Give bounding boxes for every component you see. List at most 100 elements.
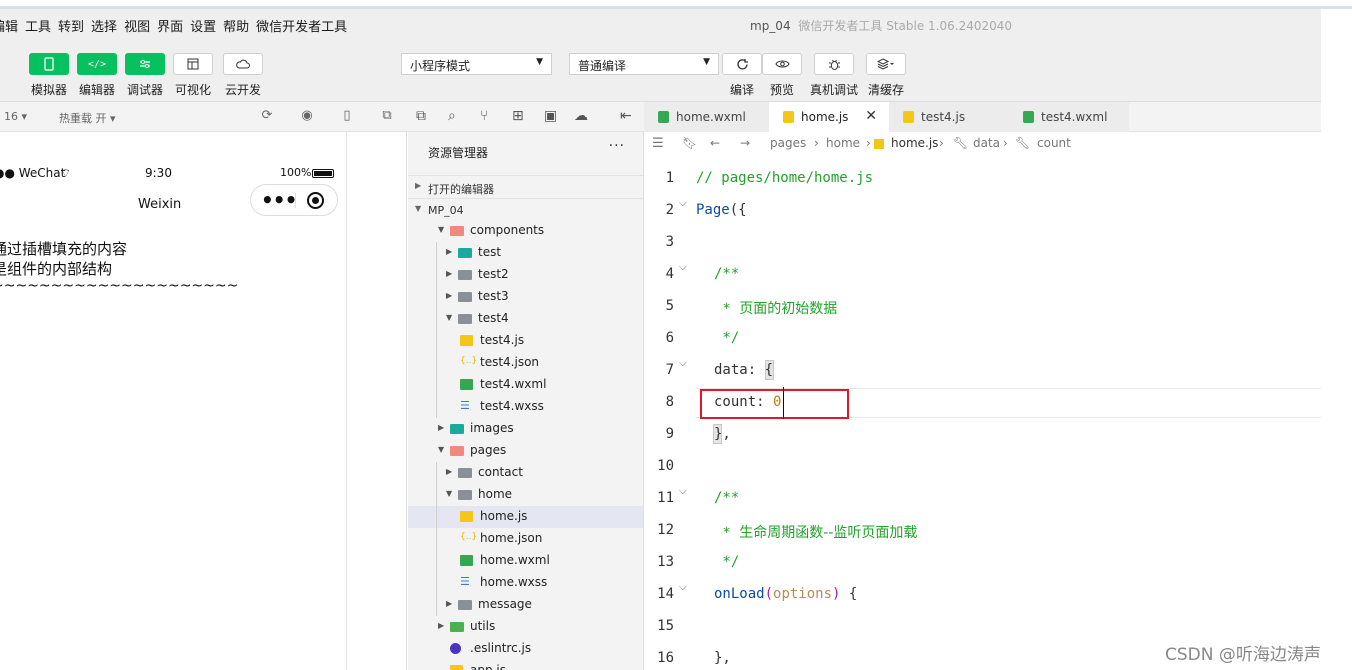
menu-goto[interactable]: 转到 [58,16,84,35]
fold-chevron-icon[interactable]: ⌵ [679,486,687,497]
chevron-down-icon[interactable]: ▼ [438,445,444,454]
source-control-icon[interactable]: ⑂ [480,108,488,124]
code-line-4[interactable]: /** [714,266,739,282]
search-icon[interactable]: ⌕ [448,108,456,124]
close-mini-program-icon[interactable] [307,192,324,209]
chevron-down-icon[interactable]: ▼ [438,225,444,234]
breadcrumb-count[interactable]: count [1037,136,1071,150]
back-icon[interactable]: ← [710,136,720,150]
tree-item[interactable]: home.js [408,506,643,528]
code-line-11[interactable]: /** [714,490,739,506]
collapse-panel-icon[interactable]: ⇤ [620,108,632,124]
tree-item[interactable]: {..} home.json [408,528,643,550]
editor-button[interactable]: </> [77,53,117,75]
tree-item[interactable]: ▶ test3 [408,286,643,308]
menu-interface[interactable]: 界面 [157,16,183,35]
tab-home-js[interactable]: home.js ✕ [769,102,889,132]
chevron-right-icon[interactable]: ▶ [438,621,444,630]
visual-button[interactable] [173,53,213,75]
chevron-right-icon[interactable]: ▶ [446,291,452,300]
tree-item[interactable]: ▼ components [408,220,643,242]
tab-home-wxml[interactable]: home.wxml [644,102,769,132]
code-line-7[interactable]: data: { [714,362,773,378]
simulator-button[interactable] [29,53,69,75]
tree-item[interactable]: ▶ utils [408,616,643,638]
code-line-13[interactable]: */ [714,554,739,570]
tree-item[interactable]: ▶ images [408,418,643,440]
files-icon[interactable]: ⧉ [416,108,426,124]
chevron-right-icon[interactable]: ▶ [446,247,452,256]
clear-cache-button[interactable] [866,53,906,75]
tab-test4-wxml[interactable]: test4.wxml [1009,102,1129,132]
device-debug-button[interactable] [814,53,854,75]
chevron-right-icon[interactable]: ▶ [446,467,452,476]
compile-select[interactable]: 普通编译 ▼ [569,53,719,75]
detach-icon[interactable]: ⧉ [380,109,394,123]
preview-button[interactable] [762,53,802,75]
chevron-right-icon[interactable]: ▶ [446,269,452,278]
tree-item[interactable]: app.js [408,660,643,670]
bookmark-icon[interactable]: 🔖︎ [682,136,697,150]
breadcrumb-file[interactable]: home.js [891,136,938,150]
tree-item[interactable]: {..} test4.json [408,352,643,374]
rotate-icon[interactable]: ⟳ [260,109,274,123]
open-editors-section[interactable]: ▶ 打开的编辑器 [408,175,643,197]
chevron-down-icon[interactable]: ▼ [446,313,452,322]
hot-reload-toggle[interactable]: 热重载 开 ▾ [59,110,116,126]
device-icon[interactable]: ▯ [340,109,354,123]
menu-tools[interactable]: 工具 [25,16,51,35]
tree-item[interactable]: ▼ home [408,484,643,506]
cloud-button[interactable] [223,53,263,75]
menu-settings[interactable]: 设置 [190,16,216,35]
tree-item[interactable]: test4.js [408,330,643,352]
close-icon[interactable]: ✕ [865,108,877,124]
tree-item[interactable]: ▶ message [408,594,643,616]
tree-item[interactable]: ☰ test4.wxss [408,396,643,418]
menu-view[interactable]: 视图 [124,16,150,35]
breadcrumb-pages[interactable]: pages [770,136,806,150]
more-actions-icon[interactable]: ··· [609,138,625,154]
tree-item[interactable]: home.wxml [408,550,643,572]
chevron-right-icon[interactable]: ▶ [438,423,444,432]
fold-chevron-icon[interactable]: ⌵ [679,198,687,209]
project-section[interactable]: ▼ MP_04 [408,198,643,220]
code-line-5[interactable]: * 页面的初始数据 [714,298,837,318]
fold-chevron-icon[interactable]: ⌵ [679,262,687,273]
tree-item[interactable]: ▶ test2 [408,264,643,286]
tree-item[interactable]: ▼ test4 [408,308,643,330]
chevron-right-icon[interactable]: ▶ [446,599,452,608]
tree-item[interactable]: test4.wxml [408,374,643,396]
capsule-menu[interactable]: ••• [250,184,338,216]
tree-item[interactable]: ▶ test [408,242,643,264]
record-icon[interactable]: ◉ [300,109,314,123]
code-line-14[interactable]: onLoad(options) { [714,586,857,602]
breadcrumb-home[interactable]: home [826,136,860,150]
tree-item[interactable]: ▼ pages [408,440,643,462]
docker-icon[interactable]: ☁ [574,108,588,124]
mode-select[interactable]: 小程序模式 ▼ [401,53,552,75]
breadcrumb-data[interactable]: data [973,136,1000,150]
more-icon[interactable]: ••• [261,188,297,212]
debugger-button[interactable] [125,53,165,75]
fold-chevron-icon[interactable]: ⌵ [679,582,687,593]
menu-devtools[interactable]: 微信开发者工具 [256,16,347,35]
extensions-icon[interactable]: ⊞ [512,108,524,124]
menu-edit[interactable]: 编辑 [0,16,18,35]
list-icon[interactable]: ☰ [652,136,664,151]
code-line-6[interactable]: */ [714,330,739,346]
compile-button[interactable] [722,53,762,75]
fold-chevron-icon[interactable]: ⌵ [679,358,687,369]
tree-item[interactable]: ▶ contact [408,462,643,484]
tree-item[interactable]: ☰ home.wxss [408,572,643,594]
tab-test4-js[interactable]: test4.js [889,102,1009,132]
menu-select[interactable]: 选择 [91,16,117,35]
code-line-12[interactable]: * 生命周期函数--监听页面加载 [714,522,917,542]
code-line-16[interactable]: }, [714,650,731,666]
code-line-2[interactable]: Page({ [696,202,747,218]
zoom-select[interactable]: % 16 ▾ [0,110,27,123]
forward-icon[interactable]: → [740,136,750,150]
code-line-1[interactable]: // pages/home/home.js [696,170,873,186]
code-line-9[interactable]: }, [714,426,731,442]
debug-panel-icon[interactable]: ▣ [544,108,557,124]
tree-item[interactable]: .eslintrc.js [408,638,643,660]
